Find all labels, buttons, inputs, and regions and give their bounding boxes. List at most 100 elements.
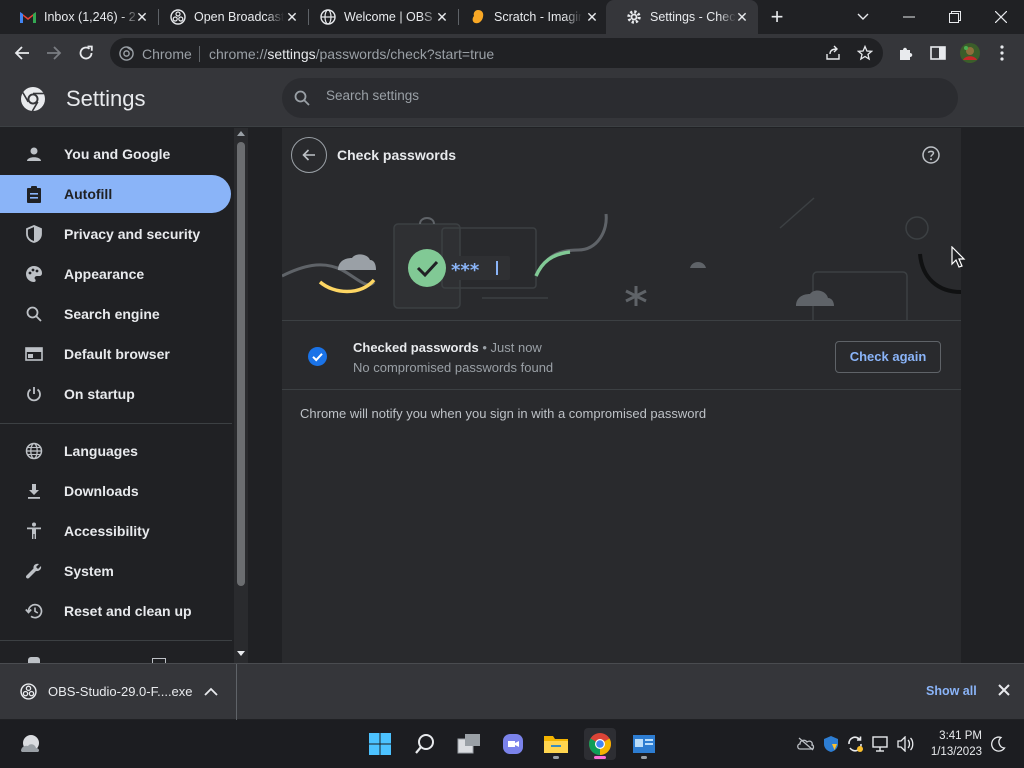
help-icon[interactable] <box>922 146 940 164</box>
profile-avatar[interactable] <box>957 40 983 66</box>
tab-settings-check[interactable]: Settings - Check ✕ <box>606 0 758 34</box>
sidebar-item-privacy-and-security[interactable]: Privacy and security <box>0 215 231 253</box>
sidebar-scrollbar-thumb[interactable] <box>237 142 245 586</box>
address-bar[interactable]: Chrome chrome://settings/passwords/check… <box>110 38 883 68</box>
browser-toolbar: Chrome chrome://settings/passwords/check… <box>0 34 1024 71</box>
site-label: Chrome <box>142 46 192 62</box>
sidebar-item-label: Languages <box>64 443 138 459</box>
status-time: • Just now <box>482 340 542 355</box>
taskbar-search-icon[interactable] <box>409 728 441 760</box>
masked-password-text: *** <box>451 260 480 281</box>
reload-icon[interactable] <box>73 40 99 66</box>
network-icon[interactable] <box>871 734 891 754</box>
restore-button[interactable] <box>932 0 978 34</box>
sidebar-item-accessibility[interactable]: Accessibility <box>0 512 231 550</box>
security-shield-icon[interactable] <box>821 734 841 754</box>
back-arrow-icon[interactable] <box>9 40 35 66</box>
sidebar-item-label: You and Google <box>64 146 171 162</box>
forward-arrow-icon[interactable] <box>41 40 67 66</box>
close-tab-icon[interactable]: ✕ <box>584 9 600 25</box>
share-icon[interactable] <box>825 45 841 61</box>
sidebar-item-autofill[interactable]: Autofill <box>0 175 231 213</box>
tab-strip: Inbox (1,246) - 2 ✕ Open Broadcast ✕ Wel… <box>0 0 1024 34</box>
file-explorer-icon[interactable] <box>540 728 572 760</box>
sidebar-item-label: Privacy and security <box>64 226 201 242</box>
password-check-illustration: *** <box>282 194 961 320</box>
search-icon <box>294 90 310 106</box>
running-indicator <box>553 756 559 759</box>
status-subtitle: No compromised passwords found <box>353 360 554 375</box>
back-button[interactable] <box>291 137 327 173</box>
tab-gmail[interactable]: Inbox (1,246) - 2 ✕ <box>0 0 158 34</box>
download-item[interactable]: OBS-Studio-29.0-F....exe <box>0 664 237 720</box>
close-window-button[interactable] <box>978 0 1024 34</box>
volume-icon[interactable] <box>896 734 916 754</box>
address-separator <box>199 46 200 62</box>
settings-search-input[interactable] <box>326 88 926 103</box>
close-tab-icon[interactable]: ✕ <box>284 9 300 25</box>
tab-open-broadcast[interactable]: Open Broadcast ✕ <box>150 0 308 34</box>
side-panel-icon[interactable] <box>925 40 951 66</box>
sidebar-item-search-engine[interactable]: Search engine <box>0 295 231 333</box>
close-tab-icon[interactable]: ✕ <box>134 9 150 25</box>
sidebar-item-reset-and-clean-up[interactable]: Reset and clean up <box>0 592 231 630</box>
task-view-icon[interactable] <box>453 728 485 760</box>
back-arrow-icon <box>302 149 315 161</box>
power-icon <box>24 384 44 404</box>
clock-date: 1/13/2023 <box>930 746 982 758</box>
sidebar-item-label: Accessibility <box>64 523 150 539</box>
cloud-off-icon[interactable] <box>796 734 816 754</box>
globe-icon <box>24 441 44 461</box>
tab-title: Open Broadcast <box>194 10 284 24</box>
sidebar-item-label: Default browser <box>64 346 170 362</box>
clipboard-icon <box>24 184 44 204</box>
chrome-taskbar-icon[interactable] <box>584 728 616 760</box>
sidebar-item-you-and-google[interactable]: You and Google <box>0 135 231 173</box>
download-filename: OBS-Studio-29.0-F....exe <box>48 684 193 699</box>
active-indicator <box>594 756 606 759</box>
sidebar-item-system[interactable]: System <box>0 552 231 590</box>
close-tab-icon[interactable]: ✕ <box>434 9 450 25</box>
weather-widget-icon[interactable] <box>14 728 46 760</box>
sidebar-item-default-browser[interactable]: Default browser <box>0 335 231 373</box>
chrome-menu-icon[interactable] <box>989 40 1015 66</box>
sidebar-item-label: Search engine <box>64 306 160 322</box>
tab-scratch[interactable]: Scratch - Imagine ✕ <box>450 0 608 34</box>
tab-search-icon[interactable] <box>840 0 886 34</box>
bookmark-star-icon[interactable] <box>856 44 874 61</box>
check-again-button[interactable]: Check again <box>835 341 941 373</box>
sync-icon[interactable] <box>845 734 865 754</box>
tab-welcome-obs[interactable]: Welcome | OBS ✕ <box>300 0 458 34</box>
sidebar-item-languages[interactable]: Languages <box>0 432 231 470</box>
status-title-text: Checked passwords <box>353 340 479 355</box>
close-tab-icon[interactable]: ✕ <box>734 9 750 25</box>
tab-title: Scratch - Imagine <box>494 10 582 24</box>
chevron-up-icon[interactable] <box>204 683 220 699</box>
sidebar-item-label: On startup <box>64 386 135 402</box>
sidebar-item-label: System <box>64 563 114 579</box>
new-tab-button[interactable]: + <box>766 6 788 28</box>
settings-header: Settings <box>0 71 1024 127</box>
teams-chat-icon[interactable] <box>497 728 529 760</box>
check-passwords-card: Check passwords *** Checked passwords • … <box>282 128 961 663</box>
sidebar-item-label: Downloads <box>64 483 139 499</box>
mouse-cursor-icon <box>951 246 966 268</box>
sidebar-item-appearance[interactable]: Appearance <box>0 255 231 293</box>
password-check-status: Checked passwords • Just now No compromi… <box>282 320 961 390</box>
taskbar-clock[interactable]: 3:41 PM 1/13/2023 <box>920 728 982 760</box>
sidebar-item-downloads[interactable]: Downloads <box>0 472 231 510</box>
gmail-icon <box>20 9 36 25</box>
extensions-puzzle-icon[interactable] <box>893 40 919 66</box>
settings-search[interactable] <box>282 78 958 118</box>
url-prefix: chrome:// <box>209 46 268 62</box>
notifications-moon-icon[interactable] <box>988 734 1008 754</box>
sidebar-scrollbar[interactable] <box>234 128 248 663</box>
minimize-button[interactable] <box>886 0 932 34</box>
right-gutter <box>951 128 1024 663</box>
sidebar-item-on-startup[interactable]: On startup <box>0 375 231 413</box>
windows-start-icon[interactable] <box>364 728 396 760</box>
show-all-downloads-link[interactable]: Show all <box>926 684 977 698</box>
app-window-icon[interactable] <box>628 728 660 760</box>
chrome-site-icon <box>119 46 134 61</box>
close-download-bar-icon[interactable] <box>998 683 1014 699</box>
